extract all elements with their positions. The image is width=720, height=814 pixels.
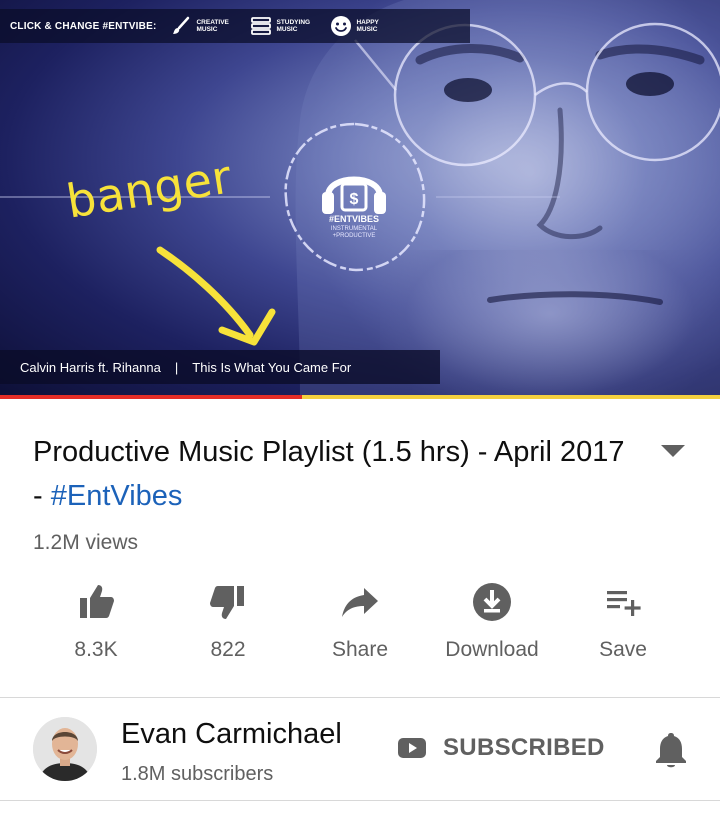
video-title-hashtag[interactable]: #EntVibes — [51, 480, 183, 512]
headphones-logo-icon: $ — [284, 122, 426, 272]
paintbrush-icon — [170, 15, 192, 37]
smiley-icon — [330, 15, 352, 37]
action-bar: 8.3K 822 Share Download Save — [0, 580, 720, 680]
logo-subtitle-text: INSTRUMENTAL +PRODUCTIVE — [330, 226, 378, 239]
channel-name[interactable]: Evan Carmichael — [121, 718, 342, 751]
mood-creative: CREATIVE MUSIC — [170, 15, 236, 37]
subscribed-button[interactable]: SUBSCRIBED — [398, 734, 605, 762]
like-button[interactable]: 8.3K — [26, 580, 166, 662]
download-button[interactable]: Download — [422, 580, 562, 662]
share-button[interactable]: Share — [290, 580, 430, 662]
expand-description-icon[interactable] — [659, 443, 687, 459]
thumbs-down-icon — [210, 586, 244, 619]
logo-brand-text: #ENTVIBES — [328, 214, 379, 224]
dislike-count: 822 — [210, 638, 246, 661]
dislike-button[interactable]: 822 — [158, 580, 298, 662]
divider — [0, 697, 720, 698]
like-count: 8.3K — [74, 638, 118, 661]
video-title: Productive Music Playlist (1.5 hrs) - Ap… — [33, 430, 633, 518]
divider — [0, 800, 720, 801]
subscriber-count: 1.8M subscribers — [121, 763, 274, 785]
mood-happy-label: HAPPY MUSIC — [356, 19, 379, 33]
song-info-bar: Calvin Harris ft. Rihanna | This Is What… — [0, 350, 440, 384]
save-button[interactable]: Save — [553, 580, 693, 662]
youtube-play-icon — [398, 738, 426, 758]
channel-avatar[interactable] — [33, 717, 97, 781]
subscribed-label: SUBSCRIBED — [443, 734, 605, 761]
entvibes-logo: $ #ENTVIBES INSTRUMENTAL +PRODUCTIVE — [272, 118, 436, 278]
books-icon — [250, 15, 272, 37]
channel-row: Evan Carmichael 1.8M subscribers SUBSCRI… — [0, 700, 720, 800]
mood-happy: HAPPY MUSIC — [330, 15, 396, 37]
share-arrow-icon — [342, 588, 378, 617]
thumbnail-mood-bar: CLICK & CHANGE #ENTVIBE: CREATIVE MUSIC … — [0, 9, 470, 43]
mood-studying-label: STUDYING MUSIC — [276, 19, 311, 33]
video-player[interactable]: CLICK & CHANGE #ENTVIBE: CREATIVE MUSIC … — [0, 0, 720, 399]
thumbs-up-icon — [80, 585, 114, 618]
view-count: 1.2M views — [33, 531, 139, 554]
video-progress-bar[interactable] — [0, 395, 720, 399]
avatar-portrait-icon — [33, 717, 97, 781]
share-label: Share — [331, 638, 389, 661]
song-separator: | — [174, 359, 179, 375]
mood-creative-label: CREATIVE MUSIC — [196, 19, 229, 33]
mood-studying: STUDYING MUSIC — [250, 15, 316, 37]
song-artist: Calvin Harris ft. Rihanna — [20, 359, 161, 375]
save-label: Save — [599, 638, 647, 661]
svg-text:$: $ — [350, 191, 359, 208]
thumbnail-cta-text: CLICK & CHANGE #ENTVIBE: — [10, 20, 157, 32]
download-label: Download — [445, 638, 539, 661]
video-progress-played — [0, 395, 303, 399]
playlist-add-icon — [607, 591, 641, 616]
download-icon — [473, 583, 511, 621]
notification-bell-icon[interactable] — [653, 730, 689, 770]
song-title: This Is What You Came For — [192, 359, 352, 375]
